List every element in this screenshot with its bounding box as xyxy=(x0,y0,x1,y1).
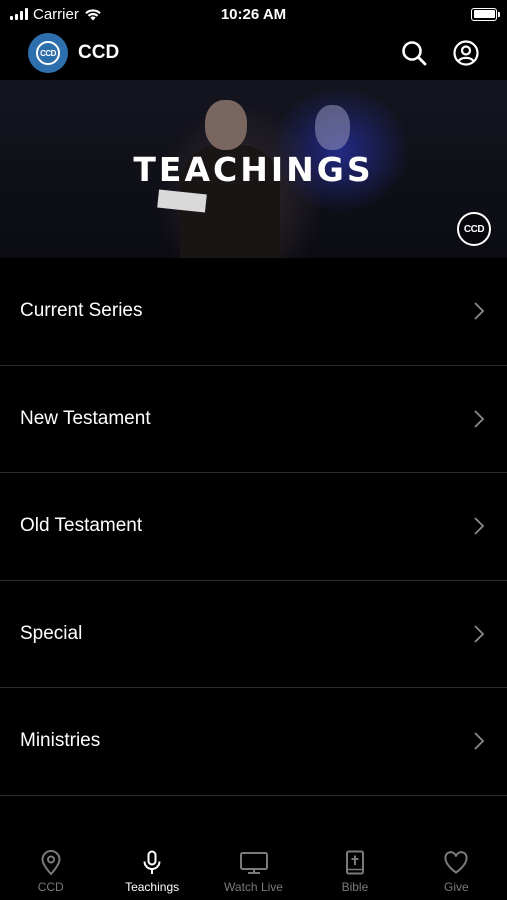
tab-watch-live[interactable]: Watch Live xyxy=(203,840,304,900)
menu-item-special[interactable]: Special xyxy=(0,581,507,688)
tab-label: Watch Live xyxy=(224,880,283,894)
tab-bible[interactable]: Bible xyxy=(304,840,405,900)
menu-item-label: New Testament xyxy=(20,407,151,429)
microphone-icon xyxy=(143,850,161,874)
hero-badge-logo: CCD xyxy=(457,212,491,246)
hero-banner: TEACHINGS CCD xyxy=(0,80,507,258)
tab-label: Teachings xyxy=(125,880,180,894)
tab-label: CCD xyxy=(37,880,64,894)
location-pin-icon xyxy=(41,850,61,876)
carrier-label: Carrier xyxy=(33,5,79,23)
chevron-right-icon xyxy=(474,302,485,320)
hero-title: TEACHINGS xyxy=(133,150,374,189)
chevron-right-icon xyxy=(474,517,485,535)
menu-item-old-testament[interactable]: Old Testament xyxy=(0,473,507,581)
teachings-menu: Current Series New Testament Old Testame… xyxy=(0,258,507,796)
signal-icon xyxy=(10,8,28,20)
hero-paper xyxy=(157,189,207,213)
chevron-right-icon xyxy=(474,625,485,643)
logo-text: CCD xyxy=(36,41,60,65)
header-actions xyxy=(401,40,479,66)
tab-label: Give xyxy=(443,880,469,894)
heart-icon xyxy=(444,851,468,874)
menu-item-current-series[interactable]: Current Series xyxy=(0,258,507,366)
app-header: CCD CCD xyxy=(0,28,507,78)
account-icon[interactable] xyxy=(453,40,479,66)
tab-bar: CCD Teachings Watch Live Bible Give xyxy=(0,840,507,900)
tab-ccd[interactable]: CCD xyxy=(0,840,101,900)
ccd-logo[interactable]: CCD xyxy=(28,33,68,73)
status-left: Carrier xyxy=(10,6,102,23)
menu-item-label: Current Series xyxy=(20,300,143,322)
hero-screen-image xyxy=(315,105,350,150)
menu-item-label: Ministries xyxy=(20,730,101,752)
menu-item-new-testament[interactable]: New Testament xyxy=(0,366,507,473)
tab-label: Bible xyxy=(341,880,369,894)
wifi-icon xyxy=(85,8,101,20)
tv-icon xyxy=(239,852,268,874)
search-icon[interactable] xyxy=(401,40,427,66)
status-bar: Carrier 10:26 AM xyxy=(0,0,507,28)
bible-icon xyxy=(345,850,364,875)
menu-item-label: Old Testament xyxy=(20,515,143,537)
chevron-right-icon xyxy=(474,732,485,750)
menu-item-label: Special xyxy=(20,622,83,644)
tab-teachings[interactable]: Teachings xyxy=(101,840,202,900)
tab-give[interactable]: Give xyxy=(406,840,507,900)
chevron-right-icon xyxy=(474,410,485,428)
menu-item-ministries[interactable]: Ministries xyxy=(0,688,507,796)
app-title: CCD xyxy=(78,42,120,63)
battery-icon xyxy=(471,7,500,21)
